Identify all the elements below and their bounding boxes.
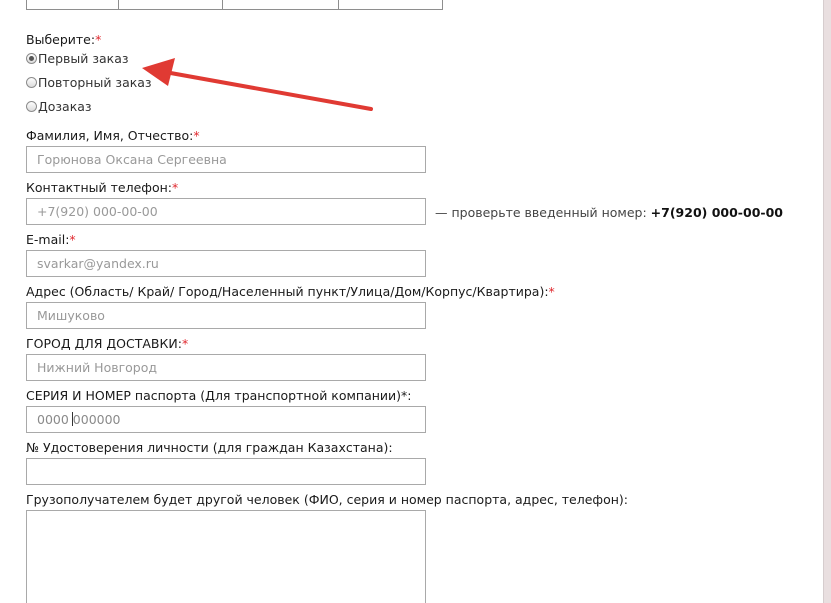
city-input[interactable]: Нижний Новгород — [26, 354, 426, 381]
address-placeholder: Мишуково — [37, 308, 105, 323]
passport-input[interactable]: 0000 000000 — [26, 406, 426, 433]
address-label-text: Адрес (Область/ Край/ Город/Населенный п… — [26, 284, 549, 299]
radio-first-order[interactable]: Первый заказ — [26, 51, 129, 66]
table-cell — [26, 0, 119, 10]
recipient-label: Грузополучателем будет другой человек (Ф… — [26, 492, 628, 507]
recipient-label-text: Грузополучателем будет другой человек (Ф… — [26, 492, 629, 507]
passport-value-part: 000000 — [72, 412, 121, 427]
passport-label: СЕРИЯ И НОМЕР паспорта (Для транспортной… — [26, 388, 412, 403]
phone-hint-text: — проверьте введенный номер: — [435, 205, 651, 220]
required-mark: * — [171, 180, 179, 195]
required-mark: * — [548, 284, 555, 299]
phone-check-hint: — проверьте введенный номер: +7(920) 000… — [435, 205, 783, 220]
kz-id-input[interactable] — [26, 458, 426, 485]
order-type-label: Выберите:* — [26, 32, 101, 47]
phone-hint-number: +7(920) 000-00-00 — [650, 205, 783, 220]
full-name-placeholder: Горюнова Оксана Сергеевна — [37, 152, 227, 167]
radio-additional-order[interactable]: Дозаказ — [26, 99, 92, 114]
phone-input[interactable]: +7(920) 000-00-00 — [26, 198, 426, 225]
city-label-text: ГОРОД ДЛЯ ДОСТАВКИ: — [26, 336, 182, 351]
city-label: ГОРОД ДЛЯ ДОСТАВКИ:* — [26, 336, 188, 351]
form-panel: Выберите:* Первый заказ Повторный заказ … — [0, 0, 824, 603]
email-input[interactable]: svarkar@yandex.ru — [26, 250, 426, 277]
full-name-label-text: Фамилия, Имя, Отчество: — [26, 128, 194, 143]
required-mark: * — [69, 232, 76, 247]
radio-additional-order-label[interactable]: Дозаказ — [38, 99, 92, 114]
phone-placeholder: +7(920) 000-00-00 — [37, 204, 158, 219]
kz-id-label: № Удостоверения личности (для граждан Ка… — [26, 440, 393, 455]
required-mark: * — [95, 32, 102, 47]
full-name-input[interactable]: Горюнова Оксана Сергеевна — [26, 146, 426, 173]
table-cell — [338, 0, 443, 10]
email-label-text: E-mail: — [26, 232, 70, 247]
phone-label-text: Контактный телефон: — [26, 180, 172, 195]
email-label: E-mail:* — [26, 232, 76, 247]
recipient-textarea[interactable] — [26, 510, 426, 603]
passport-value-part: 0000 — [37, 412, 73, 427]
passport-label-text: СЕРИЯ И НОМЕР паспорта (Для транспортной… — [26, 388, 412, 403]
required-mark: * — [181, 336, 189, 351]
address-input[interactable]: Мишуково — [26, 302, 426, 329]
phone-label: Контактный телефон:* — [26, 180, 178, 195]
radio-repeat-order-label[interactable]: Повторный заказ — [38, 75, 152, 90]
radio-first-order-label[interactable]: Первый заказ — [38, 51, 129, 66]
email-placeholder: svarkar@yandex.ru — [37, 256, 159, 271]
full-name-label: Фамилия, Имя, Отчество:* — [26, 128, 200, 143]
address-label: Адрес (Область/ Край/ Город/Населенный п… — [26, 284, 555, 299]
radio-button-icon[interactable] — [26, 77, 37, 88]
table-cell — [222, 0, 339, 10]
kz-id-label-text: № Удостоверения личности (для граждан Ка… — [26, 440, 393, 455]
radio-button-checked-icon[interactable] — [26, 53, 37, 64]
required-mark: * — [193, 128, 200, 143]
radio-repeat-order[interactable]: Повторный заказ — [26, 75, 152, 90]
radio-button-icon[interactable] — [26, 101, 37, 112]
city-placeholder: Нижний Новгород — [37, 360, 158, 375]
order-type-label-text: Выберите: — [26, 32, 96, 47]
table-cell — [118, 0, 223, 10]
